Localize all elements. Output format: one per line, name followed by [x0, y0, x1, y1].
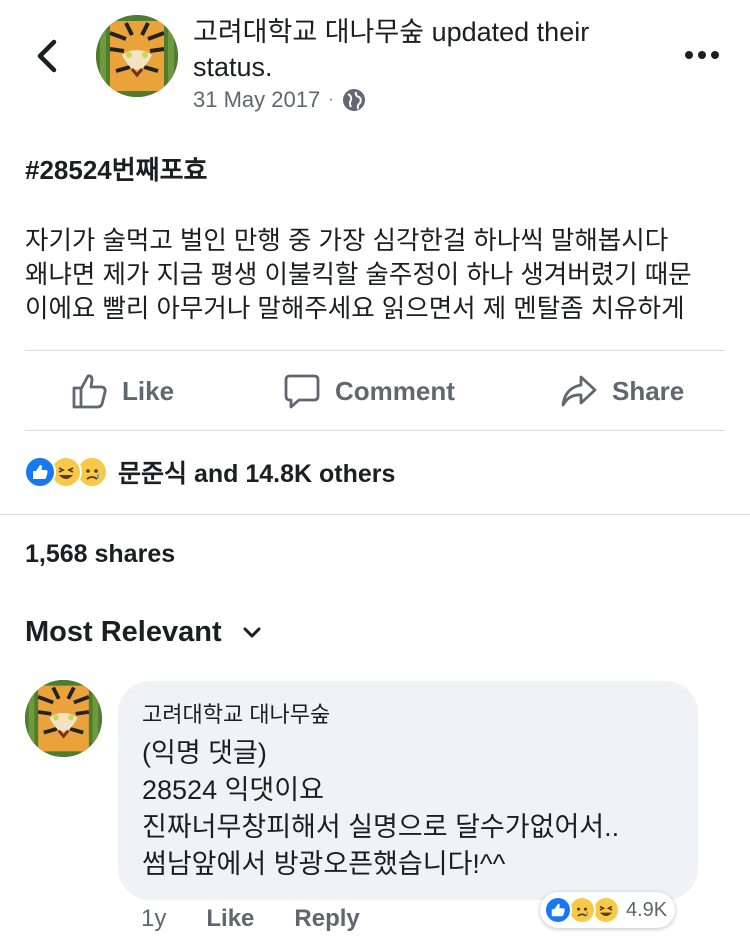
tiger-logo-icon — [96, 15, 178, 97]
comment-reply-button[interactable]: Reply — [294, 905, 359, 933]
post-text: 자기가 술먹고 벌인 만행 중 가장 심각한걸 하나씩 말해봅시다 왜냐면 제가… — [25, 224, 725, 326]
share-button[interactable]: Share — [560, 360, 684, 422]
tiger-logo-icon — [25, 680, 102, 757]
comment-text-line: (익명 댓글) — [142, 738, 267, 768]
share-arrow-icon — [561, 375, 597, 407]
back-button[interactable] — [30, 38, 66, 74]
more-options-button[interactable] — [682, 40, 722, 70]
comment-time[interactable]: 1y — [141, 905, 166, 933]
globe-icon — [342, 89, 365, 111]
like-reaction-icon — [24, 456, 56, 488]
like-label: Like — [122, 375, 175, 406]
more-dots-icon — [685, 51, 719, 59]
chevron-left-icon — [37, 39, 57, 73]
comment-button[interactable]: Comment — [283, 360, 455, 422]
post-meta: 31 May 2017 · — [193, 87, 366, 113]
reactions-summary[interactable]: 문준식 and 14.8K others — [24, 453, 395, 491]
comment-bubble: 고려대학교 대나무숲 (익명 댓글) 28524 익댓이요 진짜너무창피해서 실… — [118, 681, 698, 900]
comment-reaction-count: 4.9K — [626, 898, 668, 921]
chevron-down-icon — [243, 627, 261, 637]
comment-author-name[interactable]: 고려대학교 대나무숲 — [142, 697, 674, 729]
sort-label: Most Relevant — [25, 616, 222, 648]
divider — [25, 430, 725, 431]
comment-label: Comment — [335, 375, 455, 406]
comment-text-line: 진짜너무창피해서 실명으로 달수가없어서.. — [142, 812, 620, 842]
page-avatar[interactable] — [96, 15, 178, 97]
comment-sort-dropdown[interactable]: Most Relevant — [25, 616, 262, 649]
sad-reaction-icon — [568, 896, 596, 924]
comment-like-button[interactable]: Like — [206, 905, 254, 933]
post-text-line: 왜냐면 제가 지금 평생 이불킥할 술주정이 하나 생겨버렸기 때문 — [25, 261, 692, 289]
comment-reactions[interactable]: 4.9K — [540, 892, 676, 928]
reactions-summary-text: 문준식 and 14.8K others — [118, 460, 396, 488]
thumbs-up-icon — [72, 374, 107, 409]
like-reaction-icon — [544, 896, 572, 924]
divider — [25, 350, 725, 351]
post-text-line: 이에요 빨리 아무거나 말해주세요 읽으면서 제 멘탈좀 치유하게 — [25, 295, 685, 323]
comment-text-line: 썸남앞에서 방광오픈했습니다!^^ — [142, 849, 506, 879]
post-header-title: 고려대학교 대나무숲 updated their status. — [193, 15, 673, 85]
comment-text-line: 28524 익댓이요 — [142, 775, 324, 805]
comment-actions: 1y Like Reply — [141, 905, 360, 933]
haha-reaction-icon — [592, 896, 620, 924]
comment-bubble-icon — [284, 374, 320, 409]
comment-author-avatar[interactable] — [25, 680, 102, 757]
divider — [0, 514, 750, 515]
post-date[interactable]: 31 May 2017 — [193, 87, 320, 113]
shares-count[interactable]: 1,568 shares — [25, 540, 175, 569]
like-button[interactable]: Like — [70, 360, 174, 422]
meta-separator: · — [328, 91, 334, 108]
page-name-link[interactable]: 고려대학교 대나무숲 — [193, 17, 424, 47]
post-hashtag[interactable]: #28524번째포효 — [25, 150, 207, 187]
post-text-line: 자기가 술먹고 벌인 만행 중 가장 심각한걸 하나씩 말해봅시다 — [25, 227, 669, 255]
share-label: Share — [612, 375, 685, 406]
